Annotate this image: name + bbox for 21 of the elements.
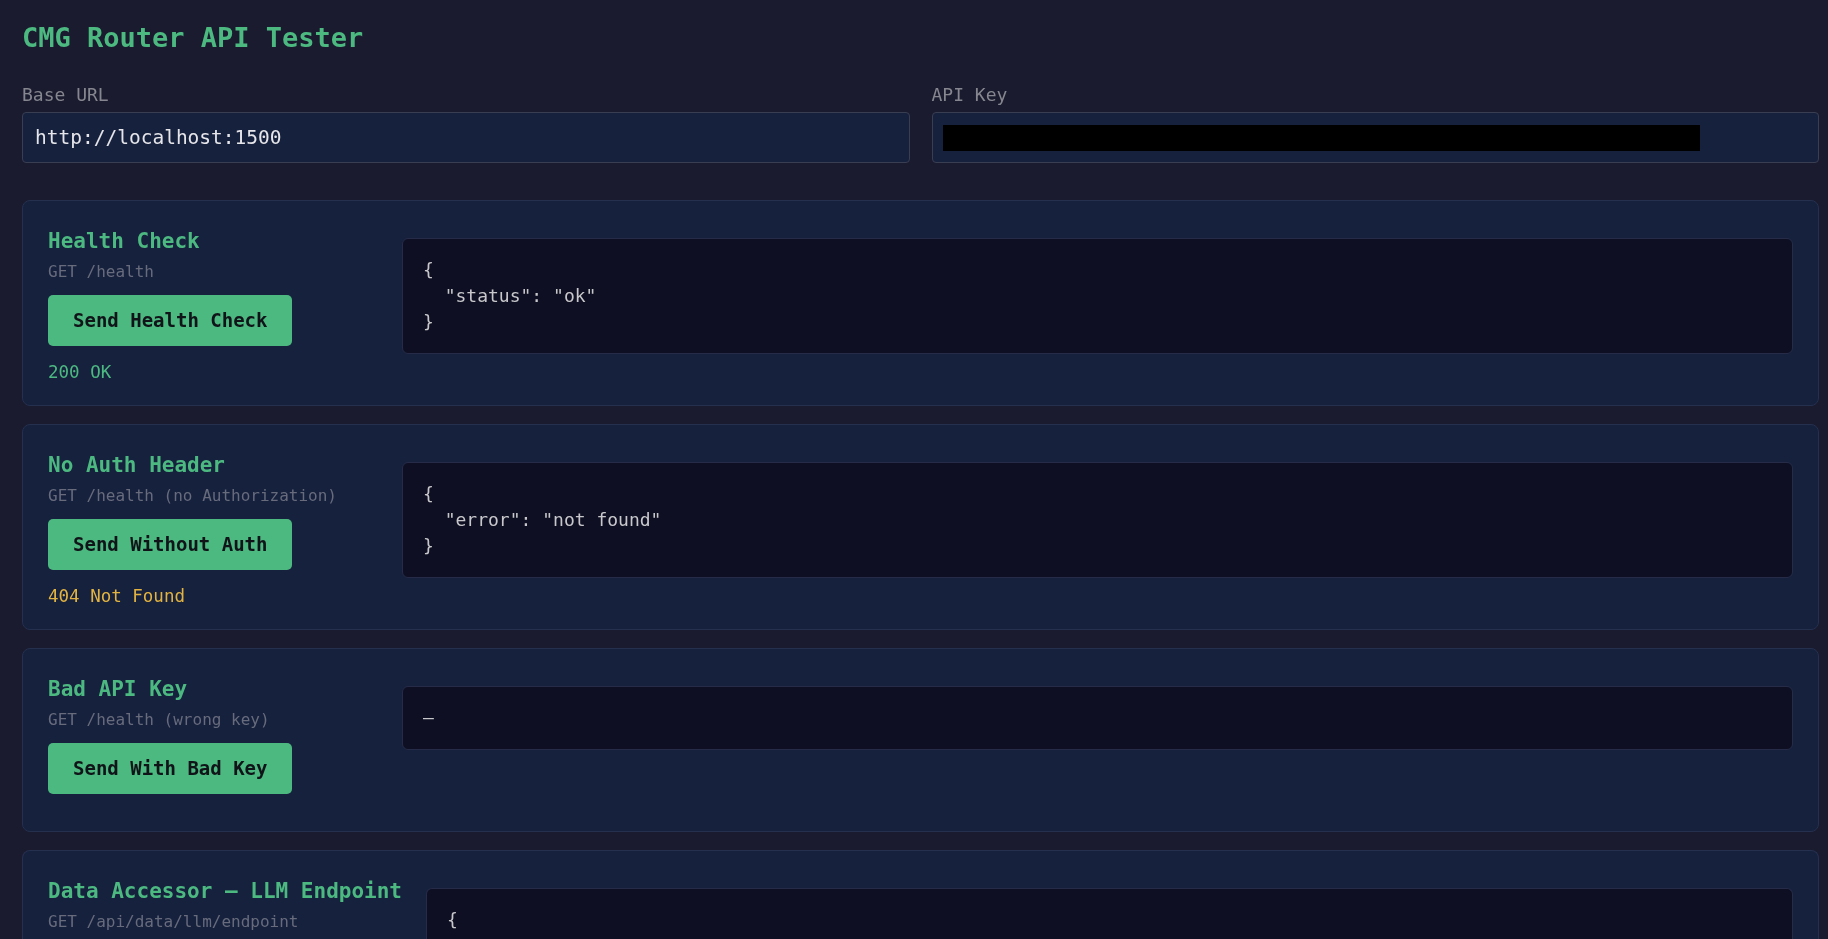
response-output: { [426, 888, 1793, 939]
card-title: No Auth Header [48, 453, 225, 479]
status-text: 200 OK [48, 361, 112, 384]
response-output: { "error": "not found" } [402, 462, 1793, 579]
card-title: Bad API Key [48, 677, 188, 703]
endpoint-text: GET /health (no Authorization) [48, 486, 337, 507]
card-title: Data Accessor — LLM Endpoint [48, 879, 402, 905]
endpoint-text: GET /health (wrong key) [48, 710, 270, 731]
endpoint-text: GET /health [48, 262, 154, 283]
response-output: — [402, 686, 1793, 751]
response-output: { "status": "ok" } [402, 238, 1793, 355]
send-button[interactable]: Send Health Check [48, 295, 293, 347]
send-button[interactable]: Send Without Auth [48, 519, 293, 571]
page-title: CMG Router API Tester [22, 22, 365, 55]
status-text: 404 Not Found [48, 585, 185, 608]
field-label: Base URL [22, 84, 110, 106]
url-field[interactable]: http://localhost:1500 [22, 112, 910, 164]
card-title: Health Check [48, 229, 200, 255]
field-label: API Key [931, 84, 1009, 106]
send-button[interactable]: Send With Bad Key [48, 743, 293, 795]
endpoint-text: GET /api/data/llm/endpoint [48, 912, 299, 933]
